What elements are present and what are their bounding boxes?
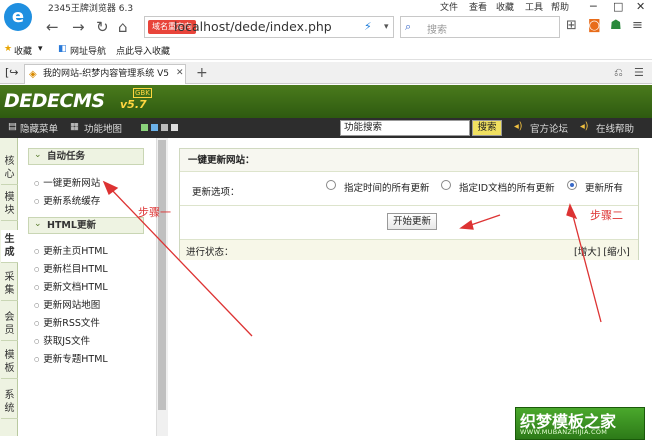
annotation-arrows (102, 180, 602, 337)
watermark-url: WWW.MUBANZHIJIA.COM (520, 428, 608, 436)
step2-annotation: 步骤二 (590, 209, 623, 222)
step1-annotation: 步骤一 (138, 206, 171, 219)
